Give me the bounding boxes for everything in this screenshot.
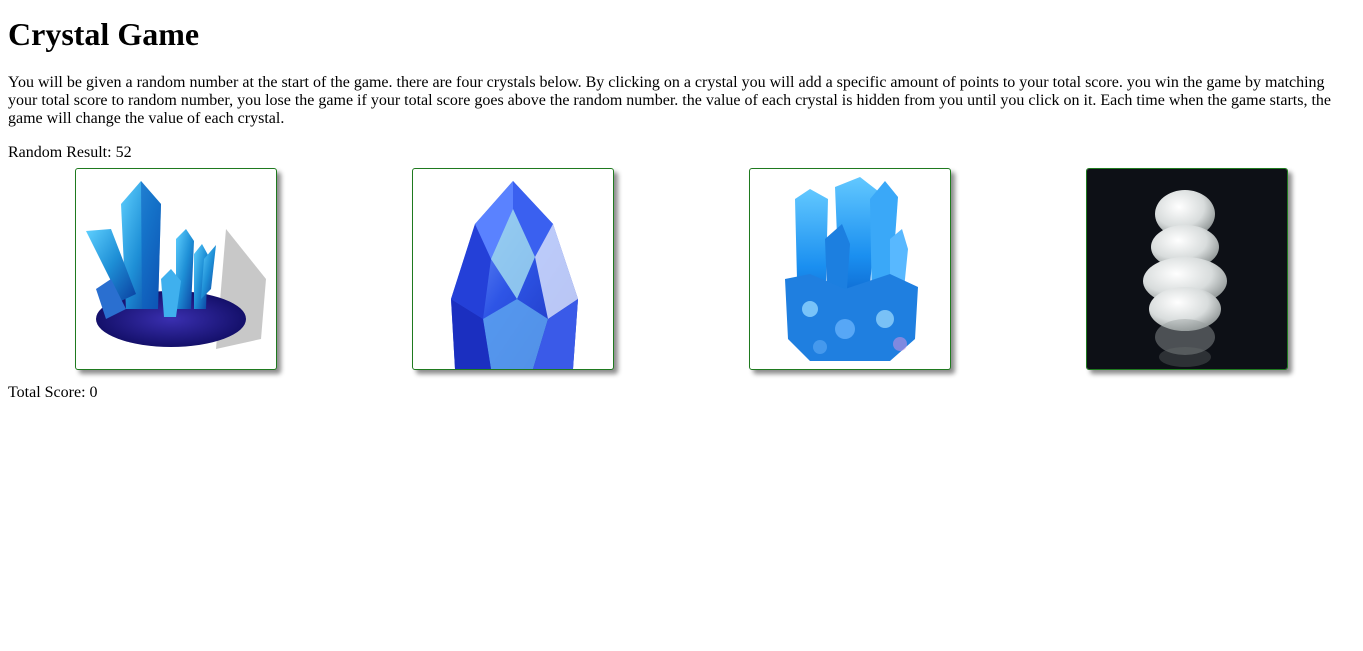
crystal-button-1[interactable] xyxy=(75,168,278,370)
random-result-value: 52 xyxy=(115,144,132,161)
game-instructions: You will be given a random number at the… xyxy=(8,74,1331,127)
random-result-label: Random Result: xyxy=(8,144,116,161)
page: Crystal Game You will be given a random … xyxy=(0,16,1363,402)
total-score-label: Total Score: xyxy=(8,384,90,401)
crystal-button-4[interactable] xyxy=(1085,168,1288,370)
clear-quartz-stack-icon xyxy=(1086,169,1287,369)
blue-faceted-gem-icon xyxy=(451,181,579,369)
page-title: Crystal Game xyxy=(8,16,200,52)
blue-crystal-cluster-icon xyxy=(86,181,267,349)
total-score-value: 0 xyxy=(89,384,98,401)
crystal-button-3[interactable] xyxy=(748,168,951,370)
crystal-row xyxy=(8,168,1355,370)
crystal-button-2[interactable] xyxy=(412,168,615,370)
random-result: Random Result: 52 xyxy=(8,144,1355,162)
aqua-crystal-cluster-icon xyxy=(784,177,918,361)
total-score: Total Score: 0 xyxy=(8,384,1355,402)
